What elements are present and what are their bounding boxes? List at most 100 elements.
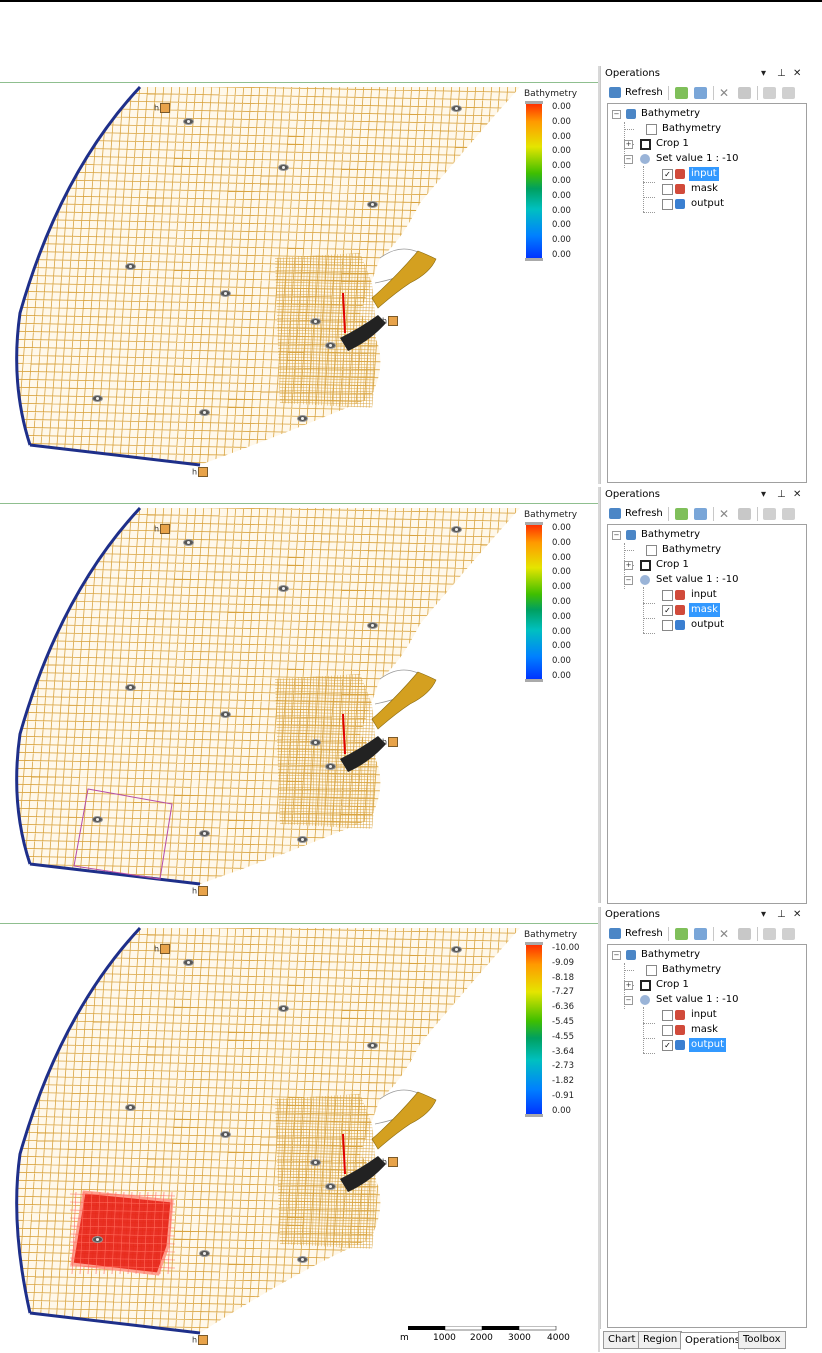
observation-point-icon[interactable]	[278, 164, 289, 171]
observation-point-icon[interactable]	[325, 1183, 336, 1190]
observation-point-icon[interactable]	[125, 1104, 136, 1111]
operations-tree[interactable]: − Bathymetry Bathymetry + Crop 1 − Set v…	[607, 103, 807, 483]
visibility-checkbox[interactable]: ✓	[662, 1040, 673, 1051]
visibility-checkbox[interactable]	[662, 199, 673, 210]
boundary-condition-icon[interactable]: h	[192, 1335, 209, 1345]
map-view-2[interactable]: Bathymetry 0.00 0.00 0.00 0.00 0.00 0.00 0.00 0…	[0, 503, 598, 904]
dropdown-arrow-icon[interactable]: ▾	[761, 487, 766, 503]
map-view-3[interactable]: Bathymetry -10.00 -9.09 -8.18 -7.27 -6.36 -5.…	[0, 923, 598, 1353]
observation-point-icon[interactable]	[297, 1256, 308, 1263]
delete-icon[interactable]: ✕	[719, 87, 732, 99]
expand-toggle-icon[interactable]: +	[624, 140, 633, 149]
move-up-icon[interactable]	[763, 87, 776, 99]
boundary-condition-icon[interactable]: h	[154, 944, 171, 954]
move-down-icon[interactable]	[782, 928, 795, 940]
observation-point-icon[interactable]	[367, 622, 378, 629]
remove-icon[interactable]	[738, 508, 751, 520]
observation-point-icon[interactable]	[278, 1005, 289, 1012]
observation-point-icon[interactable]	[310, 1159, 321, 1166]
visibility-checkbox[interactable]	[646, 545, 657, 556]
close-icon[interactable]: ✕	[793, 487, 801, 503]
tab-toolbox[interactable]: Toolbox	[738, 1331, 786, 1349]
observation-point-icon[interactable]	[310, 318, 321, 325]
move-up-icon[interactable]	[763, 508, 776, 520]
observation-point-icon[interactable]	[220, 711, 231, 718]
observation-point-icon[interactable]	[183, 539, 194, 546]
close-icon[interactable]: ✕	[793, 907, 801, 923]
delete-icon[interactable]: ✕	[719, 508, 732, 520]
add-operation-icon[interactable]	[675, 508, 688, 520]
collapse-toggle-icon[interactable]: −	[624, 576, 633, 585]
observation-point-icon[interactable]	[278, 585, 289, 592]
observation-point-icon[interactable]	[297, 836, 308, 843]
visibility-checkbox[interactable]: ✓	[662, 605, 673, 616]
boundary-condition-icon[interactable]: h	[382, 1157, 399, 1167]
observation-point-icon[interactable]	[451, 105, 462, 112]
inspect-icon[interactable]	[694, 87, 707, 99]
boundary-condition-icon[interactable]: h	[382, 316, 399, 326]
observation-point-icon[interactable]	[125, 684, 136, 691]
tab-operations[interactable]: Operations	[680, 1332, 745, 1350]
visibility-checkbox[interactable]	[646, 124, 657, 135]
observation-point-icon[interactable]	[92, 816, 103, 823]
add-operation-icon[interactable]	[675, 87, 688, 99]
observation-point-icon[interactable]	[92, 395, 103, 402]
observation-point-icon[interactable]	[125, 263, 136, 270]
visibility-checkbox[interactable]	[662, 620, 673, 631]
tab-region[interactable]: Region	[638, 1331, 683, 1349]
move-up-icon[interactable]	[763, 928, 776, 940]
observation-point-icon[interactable]	[183, 959, 194, 966]
boundary-condition-icon[interactable]: h	[192, 467, 209, 477]
operations-tree[interactable]: − Bathymetry Bathymetry + Crop 1 − Set v…	[607, 944, 807, 1328]
map-view-1[interactable]: Bathymetry 0.00 0.00 0.00 0.00 0.00 0.00 0.00 0…	[0, 82, 598, 485]
refresh-button[interactable]: Refresh	[609, 85, 663, 100]
observation-point-icon[interactable]	[325, 342, 336, 349]
collapse-toggle-icon[interactable]: −	[624, 996, 633, 1005]
pin-icon[interactable]: ⊥	[777, 487, 786, 503]
pin-icon[interactable]: ⊥	[777, 66, 786, 82]
boundary-condition-icon[interactable]: h	[382, 737, 399, 747]
pin-icon[interactable]: ⊥	[777, 907, 786, 923]
move-down-icon[interactable]	[782, 87, 795, 99]
observation-point-icon[interactable]	[92, 1236, 103, 1243]
visibility-checkbox[interactable]	[662, 1025, 673, 1036]
observation-point-icon[interactable]	[220, 290, 231, 297]
collapse-toggle-icon[interactable]: −	[612, 110, 621, 119]
observation-point-icon[interactable]	[451, 526, 462, 533]
operations-tree[interactable]: − Bathymetry Bathymetry + Crop 1 − Set v…	[607, 524, 807, 904]
observation-point-icon[interactable]	[310, 739, 321, 746]
collapse-toggle-icon[interactable]: −	[624, 155, 633, 164]
refresh-button[interactable]: Refresh	[609, 506, 663, 521]
boundary-condition-icon[interactable]: h	[154, 103, 171, 113]
collapse-toggle-icon[interactable]: −	[612, 951, 621, 960]
remove-icon[interactable]	[738, 87, 751, 99]
delete-icon[interactable]: ✕	[719, 928, 732, 940]
close-icon[interactable]: ✕	[793, 66, 801, 82]
visibility-checkbox[interactable]	[662, 184, 673, 195]
visibility-checkbox[interactable]	[646, 965, 657, 976]
observation-point-icon[interactable]	[199, 409, 210, 416]
remove-icon[interactable]	[738, 928, 751, 940]
boundary-condition-icon[interactable]: h	[192, 886, 209, 896]
observation-point-icon[interactable]	[325, 763, 336, 770]
dropdown-arrow-icon[interactable]: ▾	[761, 66, 766, 82]
refresh-button[interactable]: Refresh	[609, 926, 663, 941]
boundary-condition-icon[interactable]: h	[154, 524, 171, 534]
tab-chart[interactable]: Chart	[603, 1331, 641, 1349]
observation-point-icon[interactable]	[199, 1250, 210, 1257]
visibility-checkbox[interactable]: ✓	[662, 169, 673, 180]
dropdown-arrow-icon[interactable]: ▾	[761, 907, 766, 923]
observation-point-icon[interactable]	[451, 946, 462, 953]
observation-point-icon[interactable]	[297, 415, 308, 422]
observation-point-icon[interactable]	[183, 118, 194, 125]
inspect-icon[interactable]	[694, 508, 707, 520]
move-down-icon[interactable]	[782, 508, 795, 520]
expand-toggle-icon[interactable]: +	[624, 981, 633, 990]
observation-point-icon[interactable]	[367, 201, 378, 208]
inspect-icon[interactable]	[694, 928, 707, 940]
observation-point-icon[interactable]	[199, 830, 210, 837]
visibility-checkbox[interactable]	[662, 590, 673, 601]
expand-toggle-icon[interactable]: +	[624, 561, 633, 570]
visibility-checkbox[interactable]	[662, 1010, 673, 1021]
observation-point-icon[interactable]	[367, 1042, 378, 1049]
